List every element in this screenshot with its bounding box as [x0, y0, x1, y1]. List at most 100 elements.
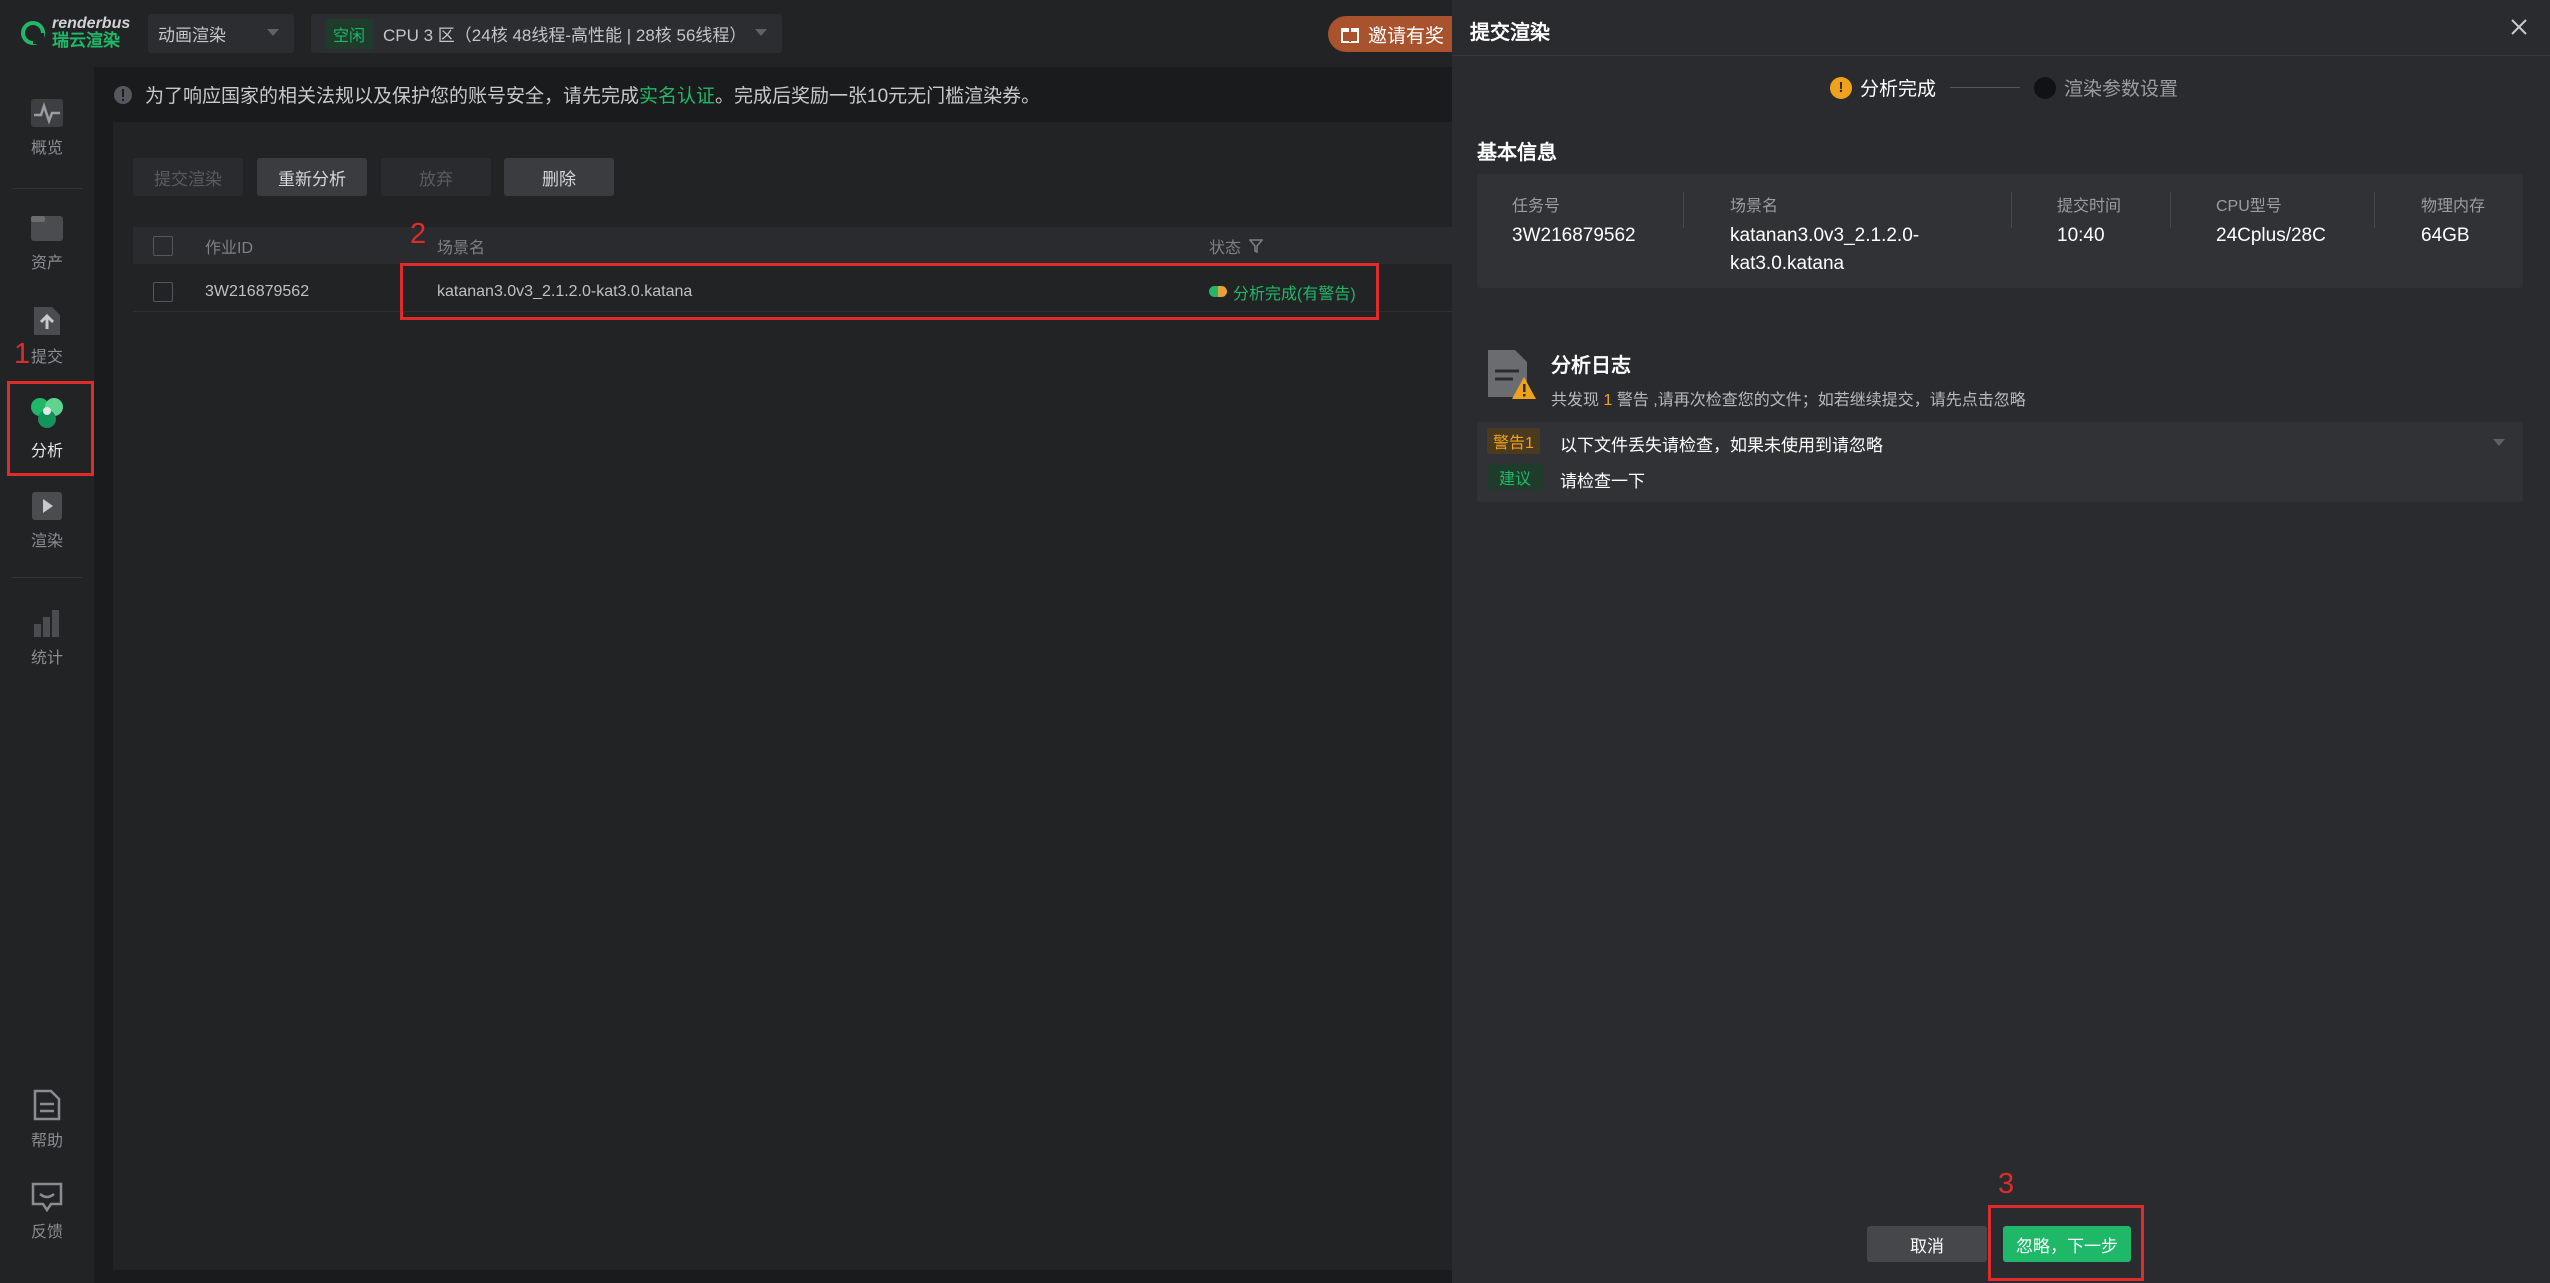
real-name-notice: 为了响应国家的相关法规以及保护您的账号安全，请先完成 实名认证 。完成后奖励一张… — [113, 67, 1452, 122]
memory-label: 物理内存 — [2421, 198, 2486, 215]
chevron-down-icon — [267, 29, 279, 36]
abandon-button[interactable]: 放弃 — [381, 158, 491, 196]
log-summary-suffix: 警告 ,请再次检查您的文件；如若继续提交，请先点击忽略 — [1616, 392, 2026, 409]
warning-count: 1 — [1603, 392, 1613, 409]
annotation-number-2: 2 — [410, 218, 427, 250]
divider — [2374, 192, 2375, 228]
notice-text-after: 。完成后奖励一张10元无门槛渲染券。 — [715, 86, 1041, 107]
row-checkbox[interactable] — [153, 281, 173, 302]
column-scene: 场景名 — [437, 239, 486, 257]
annotation-box-3 — [1988, 1205, 2144, 1281]
analysis-log-header: 分析日志 共发现 1 警告 ,请再次检查您的文件；如若继续提交，请先点击忽略 — [1485, 347, 2026, 410]
submit-time-label: 提交时间 — [2057, 198, 2122, 215]
column-status: 状态 — [1209, 239, 1242, 257]
sidebar-item-help[interactable]: 帮助 — [0, 1079, 94, 1161]
scene-value-line1: katanan3.0v3_2.1.2.0- — [1730, 225, 1920, 246]
pending-step-icon — [2034, 76, 2057, 99]
invite-button[interactable]: 邀请有奖 — [1328, 16, 1468, 52]
scene-value-line2: kat3.0.katana — [1730, 252, 1845, 274]
annotation-box-1 — [7, 381, 94, 476]
sidebar-item-label: 帮助 — [30, 1133, 63, 1150]
help-icon — [33, 1089, 61, 1121]
sidebar-item-label: 渲染 — [30, 533, 63, 550]
stats-icon — [34, 610, 59, 637]
sidebar-item-render[interactable]: 渲染 — [0, 480, 94, 562]
chevron-down-icon[interactable] — [2492, 438, 2506, 448]
feedback-icon — [31, 1182, 63, 1212]
suggestion-text: 请检查一下 — [1560, 472, 1645, 491]
submit-render-drawer: 提交渲染 ! 分析完成 渲染参数设置 基本信息 任务号 3W216879562 … — [1452, 0, 2550, 1283]
step-render-params: 渲染参数设置 — [2064, 79, 2179, 100]
sidebar-item-overview[interactable]: 概览 — [0, 87, 94, 169]
divider — [1452, 55, 2550, 56]
sidebar-item-assets[interactable]: 资产 — [0, 202, 94, 284]
select-all-checkbox[interactable] — [153, 235, 173, 256]
cpu-zone-value: CPU 3 区（24核 48线程-高性能 | 28核 56线程） — [383, 26, 747, 45]
divider — [1683, 192, 1684, 228]
basic-info-title: 基本信息 — [1477, 142, 1557, 164]
sidebar-item-label: 反馈 — [30, 1224, 63, 1241]
job-id-cell: 3W216879562 — [205, 282, 310, 300]
render-mode-select[interactable]: 动画渲染 — [148, 14, 294, 53]
submit-icon — [34, 307, 60, 335]
cancel-button[interactable]: 取消 — [1867, 1226, 1987, 1262]
divider — [12, 577, 82, 578]
sidebar-item-feedback[interactable]: 反馈 — [0, 1171, 94, 1253]
table-header: 作业ID 场景名 状态 — [133, 227, 1452, 264]
cpu-value: 24Cplus/28C — [2216, 225, 2326, 246]
warning-text: 以下文件丢失请检查，如果未使用到请忽略 — [1560, 436, 1883, 455]
annotation-number-1: 1 — [14, 338, 31, 370]
step-analysis-done: 分析完成 — [1860, 79, 1937, 100]
annotation-box-2 — [400, 263, 1379, 320]
reanalyze-button[interactable]: 重新分析 — [257, 158, 367, 196]
cpu-label: CPU型号 — [2216, 198, 2282, 215]
close-icon[interactable] — [2510, 18, 2528, 36]
top-bar: renderbus 瑞云渲染 动画渲染 空闲 CPU 3 区（24核 48线程-… — [0, 0, 1468, 67]
chevron-down-icon — [755, 29, 767, 36]
analysis-log-summary: 共发现 1 警告 ,请再次检查您的文件；如若继续提交，请先点击忽略 — [1551, 386, 2026, 410]
analysis-log-title: 分析日志 — [1551, 355, 1631, 377]
basic-info-card: 任务号 3W216879562 场景名 katanan3.0v3_2.1.2.0… — [1477, 174, 2523, 288]
scene-label: 场景名 — [1730, 198, 1779, 215]
memory-value: 64GB — [2421, 225, 2470, 246]
divider — [12, 188, 82, 189]
logo-text-en: renderbus — [52, 15, 131, 32]
submit-time-value: 10:40 — [2057, 225, 2105, 246]
document-warning-icon — [1488, 350, 1536, 399]
divider — [2011, 192, 2012, 228]
render-icon — [32, 492, 62, 520]
step-connector — [1950, 87, 2021, 88]
warning-tag: 警告1 — [1487, 428, 1540, 454]
filter-icon[interactable] — [1249, 238, 1264, 253]
idle-badge: 空闲 — [325, 18, 374, 49]
annotation-number-3: 3 — [1998, 1168, 2015, 1200]
render-mode-value: 动画渲染 — [158, 26, 226, 45]
warning-item[interactable]: 警告1 以下文件丢失请检查，如果未使用到请忽略 建议 请检查一下 — [1477, 422, 2523, 502]
overview-icon — [31, 99, 63, 127]
info-icon — [114, 85, 132, 104]
log-summary-prefix: 共发现 — [1551, 392, 1600, 409]
logo-text-cn: 瑞云渲染 — [52, 31, 120, 50]
column-job-id: 作业ID — [205, 239, 254, 257]
gift-icon — [1341, 28, 1359, 43]
divider — [2170, 192, 2171, 228]
submit-render-button[interactable]: 提交渲染 — [133, 158, 243, 196]
logo: renderbus 瑞云渲染 — [20, 16, 130, 49]
assets-icon — [31, 216, 63, 241]
sidebar-item-label: 统计 — [30, 650, 63, 667]
sidebar-item-stats[interactable]: 统计 — [0, 597, 94, 679]
real-name-link[interactable]: 实名认证 — [639, 81, 715, 108]
warning-step-icon: ! — [1830, 76, 1852, 99]
task-id-label: 任务号 — [1512, 198, 1561, 215]
notice-text: 为了响应国家的相关法规以及保护您的账号安全，请先完成 — [145, 86, 640, 107]
drawer-title: 提交渲染 — [1470, 22, 1550, 44]
suggestion-tag: 建议 — [1487, 464, 1543, 490]
delete-button[interactable]: 删除 — [504, 158, 614, 196]
sidebar: 概览 资产 提交 分析 渲染 统计 帮助 反馈 — [0, 67, 94, 1283]
sidebar-item-label: 提交 — [30, 349, 63, 366]
sidebar-item-label: 资产 — [30, 255, 63, 272]
task-id-value: 3W216879562 — [1512, 225, 1636, 246]
step-indicator: ! 分析完成 渲染参数设置 — [1830, 74, 2178, 101]
cpu-zone-select[interactable]: 空闲 CPU 3 区（24核 48线程-高性能 | 28核 56线程） — [311, 14, 782, 53]
invite-label: 邀请有奖 — [1368, 25, 1445, 47]
